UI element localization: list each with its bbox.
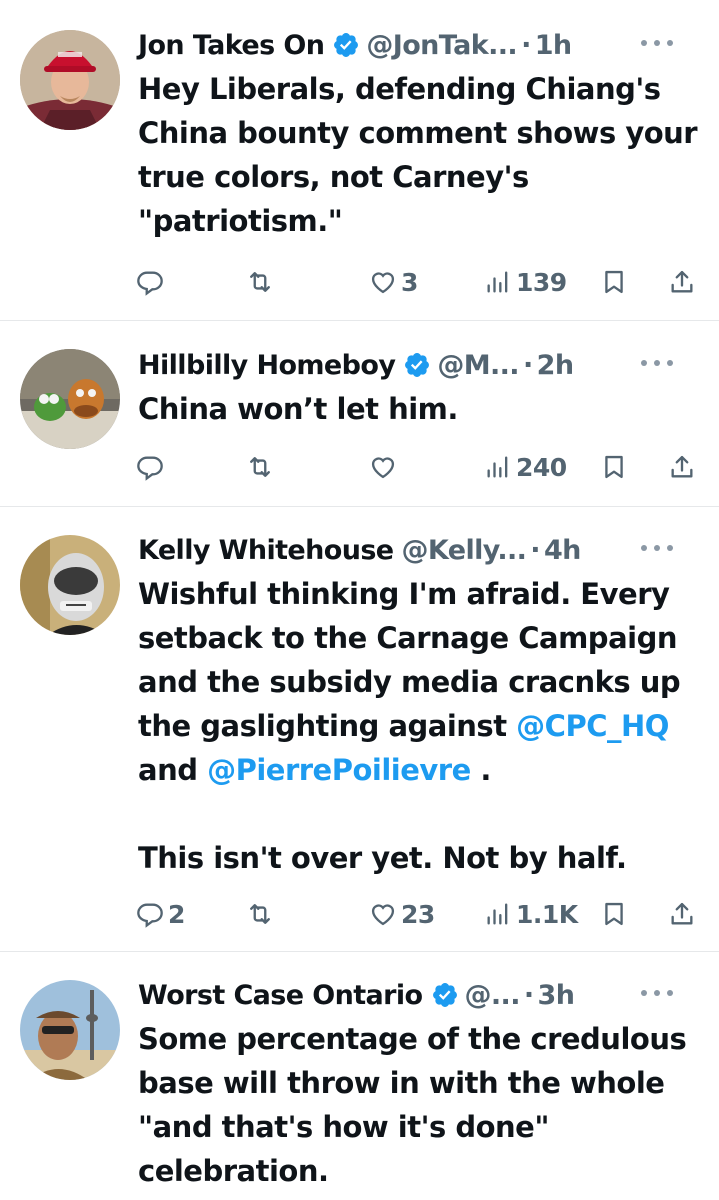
- separator-dot: ·: [522, 349, 533, 381]
- display-name[interactable]: Jon Takes On: [138, 30, 325, 61]
- more-options-icon[interactable]: [641, 990, 675, 1000]
- user-handle[interactable]: @Kelly...: [402, 535, 527, 566]
- display-name[interactable]: Hillbilly Homeboy: [138, 350, 396, 381]
- action-bar: 3 139: [136, 264, 702, 300]
- repost-button[interactable]: [246, 449, 278, 485]
- separator-dot: ·: [521, 29, 531, 61]
- mention-link[interactable]: @PierrePoilievre: [207, 753, 471, 787]
- action-bar: 240: [136, 449, 702, 485]
- avatar[interactable]: [20, 980, 120, 1080]
- views-button[interactable]: 240: [484, 449, 567, 485]
- timestamp[interactable]: 2h: [537, 350, 574, 381]
- verified-badge-icon: [432, 983, 457, 1007]
- user-handle[interactable]: @JonTak...: [366, 30, 517, 61]
- reply-icon: [137, 271, 163, 296]
- separator-dot: ·: [530, 534, 540, 566]
- bookmark-button[interactable]: [600, 449, 628, 485]
- views-icon: [487, 456, 508, 478]
- timestamp[interactable]: 4h: [544, 535, 581, 566]
- more-options-icon[interactable]: [641, 545, 675, 555]
- share-button[interactable]: [668, 449, 696, 485]
- views-button[interactable]: 1.1K: [484, 896, 578, 932]
- separator-dot: ·: [523, 979, 534, 1011]
- reply-header: Worst Case Ontario @... · 3h: [138, 975, 699, 1015]
- avatar[interactable]: [20, 535, 120, 635]
- action-bar: 2 23 1.1K: [136, 896, 702, 932]
- timestamp[interactable]: 3h: [538, 980, 575, 1011]
- reply-header: Jon Takes On @JonTak... · 1h: [138, 25, 699, 65]
- views-button[interactable]: 139: [484, 264, 567, 300]
- like-button[interactable]: [369, 449, 401, 485]
- like-icon: [371, 904, 395, 926]
- repost-icon: [250, 457, 270, 477]
- views-icon: [487, 903, 508, 925]
- reply-button[interactable]: [136, 264, 168, 300]
- reply-button[interactable]: [136, 449, 168, 485]
- bookmark-icon: [605, 270, 623, 294]
- repost-button[interactable]: [246, 896, 278, 932]
- repost-icon: [250, 272, 270, 292]
- reply-text: Some percentage of the credulous base wi…: [138, 1022, 696, 1188]
- verified-badge-icon: [334, 33, 359, 57]
- reply-icon: [137, 903, 163, 928]
- bookmark-button[interactable]: [600, 264, 628, 300]
- reply-thread: Jon Takes On @JonTak... · 1h Hey Liberal…: [0, 0, 719, 1200]
- user-handle[interactable]: @M...: [437, 350, 519, 381]
- reply-item[interactable]: Kelly Whitehouse @Kelly... · 4h Wishful …: [0, 507, 719, 951]
- mention-link[interactable]: @CPC_HQ: [516, 709, 669, 743]
- user-handle[interactable]: @...: [465, 980, 521, 1011]
- like-icon: [371, 457, 395, 479]
- share-icon: [671, 902, 693, 925]
- reply-icon: [137, 456, 163, 481]
- share-button[interactable]: [668, 896, 696, 932]
- reply-button[interactable]: 2: [136, 896, 185, 932]
- bookmark-icon: [605, 902, 623, 926]
- reply-text: Wishful thinking I'm afraid. Every setba…: [138, 577, 690, 875]
- like-button[interactable]: 23: [369, 896, 435, 932]
- avatar[interactable]: [20, 349, 120, 449]
- more-options-icon[interactable]: [641, 40, 675, 50]
- more-options-icon[interactable]: [641, 360, 675, 370]
- share-icon: [671, 270, 693, 293]
- bookmark-button[interactable]: [600, 896, 628, 932]
- avatar[interactable]: [20, 30, 120, 130]
- reply-item[interactable]: Worst Case Ontario @... · 3h Some percen…: [0, 952, 719, 1200]
- reply-item[interactable]: Hillbilly Homeboy @M... · 2h China won’t…: [0, 321, 719, 506]
- bookmark-icon: [605, 455, 623, 479]
- views-icon: [487, 271, 508, 293]
- verified-badge-icon: [405, 353, 430, 377]
- like-button[interactable]: 3: [369, 264, 418, 300]
- reply-header: Kelly Whitehouse @Kelly... · 4h: [138, 530, 699, 570]
- repost-button[interactable]: [246, 264, 278, 300]
- reply-text: Hey Liberals, defending Chiang's China b…: [138, 72, 707, 238]
- share-icon: [671, 455, 693, 478]
- repost-icon: [250, 904, 270, 924]
- reply-text: China won’t let him.: [138, 392, 458, 426]
- share-button[interactable]: [668, 264, 696, 300]
- timestamp[interactable]: 1h: [535, 30, 572, 61]
- reply-header: Hillbilly Homeboy @M... · 2h: [138, 345, 699, 385]
- like-icon: [371, 272, 395, 294]
- reply-item[interactable]: Jon Takes On @JonTak... · 1h Hey Liberal…: [0, 0, 719, 320]
- display-name[interactable]: Worst Case Ontario: [138, 980, 423, 1011]
- display-name[interactable]: Kelly Whitehouse: [138, 535, 394, 566]
